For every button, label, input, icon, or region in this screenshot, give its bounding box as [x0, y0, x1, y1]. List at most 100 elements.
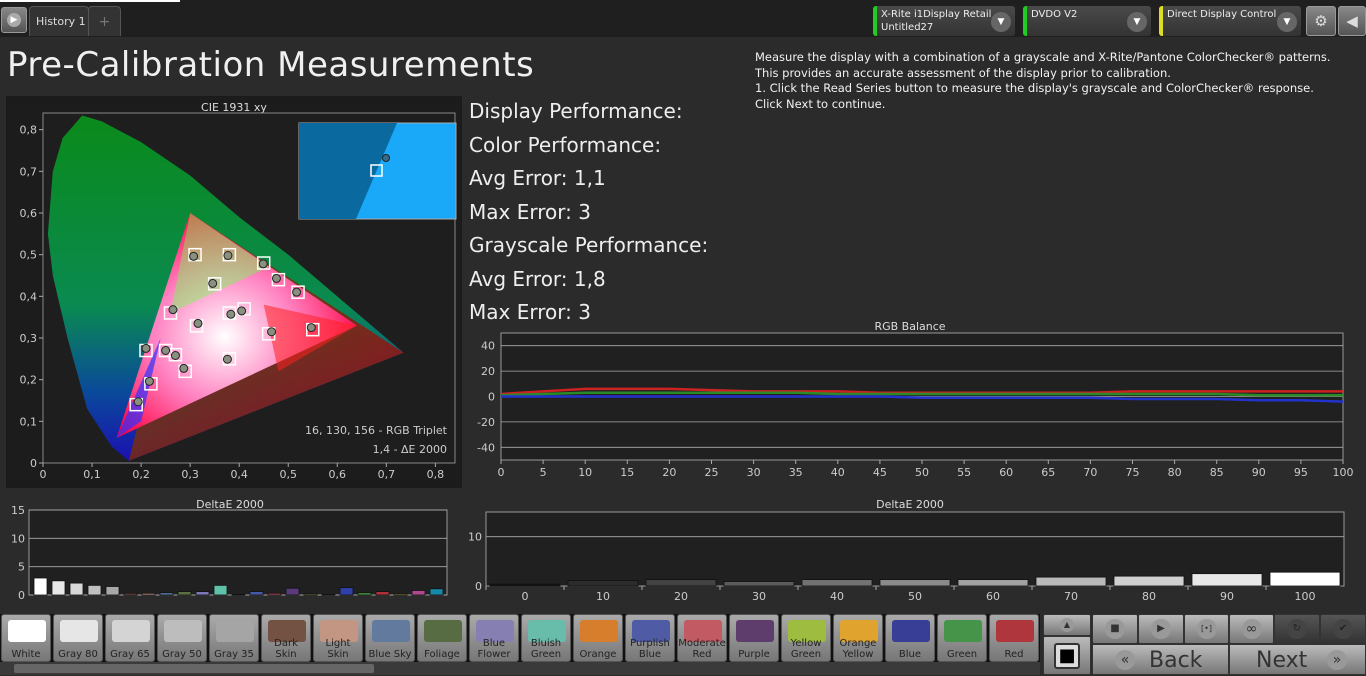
patch-button[interactable]: Light Skin — [313, 614, 363, 662]
patch-color-chip — [372, 620, 410, 642]
scrollbar-thumb[interactable] — [14, 664, 374, 673]
patch-button[interactable]: Purple — [729, 614, 779, 662]
double-chevron-left-icon: « — [1115, 650, 1135, 670]
infinity-icon: ∞ — [1241, 619, 1262, 639]
patch-button[interactable]: Blue Sky — [365, 614, 415, 662]
back-button[interactable]: « Back — [1092, 644, 1229, 675]
deltae-bar — [489, 583, 561, 587]
measured-point — [226, 309, 236, 319]
patch-label: Yellow Green — [790, 638, 822, 660]
patch-label: Moderate Red — [678, 638, 726, 660]
measured-point — [193, 318, 203, 328]
patch-label: Orange Yellow — [839, 638, 877, 660]
y-tick-label: -20 — [477, 416, 495, 429]
measured-point — [292, 287, 302, 297]
x-tick-label: 0,6 — [329, 468, 347, 481]
measured-point — [168, 305, 178, 315]
chevron-down-icon[interactable]: ▼ — [1277, 12, 1297, 32]
y-tick-label: 10 — [468, 531, 482, 544]
x-tick-label: 0,7 — [378, 468, 396, 481]
tab-history-1[interactable]: History 1 — [29, 6, 89, 36]
stop-button[interactable]: ■ — [1092, 614, 1138, 644]
patch-button[interactable]: Bluish Green — [521, 614, 571, 662]
patch-button[interactable]: Moderate Red — [677, 614, 727, 662]
patch-scrollbar[interactable] — [0, 662, 1040, 675]
patch-button[interactable]: Yellow Green — [781, 614, 831, 662]
instruction-line: This provides an accurate assessment of … — [755, 65, 1171, 80]
next-button[interactable]: Next » — [1229, 644, 1366, 675]
chevron-down-icon[interactable]: ▼ — [991, 12, 1011, 32]
patch-button[interactable]: Purplish Blue — [625, 614, 675, 662]
meter-selector[interactable]: X-Rite i1Display Retail Untitled27 ▼ — [873, 6, 1015, 36]
deltae-bar — [321, 594, 336, 596]
patch-label: Dark Skin — [274, 638, 298, 660]
chevron-down-icon[interactable]: ▼ — [1127, 12, 1147, 32]
x-tick-label: 95 — [1294, 466, 1308, 479]
x-tick-label: 80 — [1168, 466, 1182, 479]
patch-label: Green — [946, 649, 978, 660]
measured-point — [208, 278, 218, 288]
pattern-generator-selector[interactable]: DVDO V2 ▼ — [1023, 6, 1151, 36]
x-tick-label: 25 — [705, 466, 719, 479]
patch-button[interactable]: Green — [937, 614, 987, 662]
patch-label: Blue — [898, 649, 922, 660]
patch-label: Blue Sky — [368, 649, 412, 660]
deltae-bar — [303, 593, 318, 596]
stop-icon: ■ — [1105, 619, 1125, 639]
measured-point — [223, 251, 233, 260]
play-button[interactable]: ▶ — [1138, 614, 1184, 644]
deltae-bar — [357, 592, 372, 596]
patch-color-chip — [60, 620, 98, 642]
patch-color-chip — [112, 620, 150, 642]
scroll-up-button[interactable]: ▲ — [1043, 614, 1091, 636]
color-avg-error: Avg Error: 1,1 — [469, 166, 606, 190]
color-performance-label: Color Performance: — [469, 132, 662, 157]
display-control-selector[interactable]: Direct Display Control ▼ — [1159, 6, 1301, 36]
deltae-bar — [393, 593, 408, 596]
accept-button[interactable]: ✔ — [1320, 614, 1366, 644]
stop-all-button[interactable]: ■ — [1043, 636, 1091, 675]
patch-label: Gray 65 — [110, 649, 150, 660]
patch-button[interactable]: Gray 80 — [53, 614, 103, 662]
patch-button[interactable]: Blue — [885, 614, 935, 662]
x-tick-label: 20 — [662, 466, 676, 479]
patch-button[interactable]: Dark Skin — [261, 614, 311, 662]
continuous-read-button[interactable]: ∞ — [1229, 614, 1274, 644]
refresh-button[interactable]: ↻ — [1274, 614, 1320, 644]
grayscale-avg-error: Avg Error: 1,8 — [469, 266, 606, 291]
read-series-button[interactable]: [•] — [1184, 614, 1229, 644]
instruction-line: 1. Click the Read Series button to measu… — [755, 81, 1314, 95]
inset-measured-point — [382, 154, 390, 162]
deltae-bar — [285, 587, 300, 596]
deltae-bar — [957, 579, 1029, 587]
deltae-bar — [1035, 576, 1107, 587]
rgb-triplet-annotation: 16, 130, 156 - RGB Triplet — [305, 424, 448, 437]
deltae-bar — [1113, 575, 1185, 587]
rgb-balance-chart: 40200-20-400 5 10 15 20 25 30 35 40 45 50 55 60 65 70 7… — [477, 332, 1354, 479]
settings-button[interactable]: ⚙ — [1306, 6, 1336, 36]
patch-color-chip — [8, 620, 46, 642]
patch-button[interactable]: Gray 35 — [209, 614, 259, 662]
patch-button[interactable]: Blue Flower — [469, 614, 519, 662]
y-tick-label: 0,2 — [20, 374, 38, 387]
add-tab-button[interactable]: + — [88, 6, 121, 36]
grayscale-performance-label: Grayscale Performance: — [469, 233, 709, 257]
patch-button[interactable]: Red — [989, 614, 1039, 662]
patch-button[interactable]: White — [1, 614, 51, 662]
y-tick-label: 0,4 — [20, 290, 38, 303]
patch-button[interactable]: Orange Yellow — [833, 614, 883, 662]
patch-button[interactable]: Orange — [573, 614, 623, 662]
patch-button[interactable]: Gray 50 — [157, 614, 207, 662]
collapse-button[interactable]: ◀ — [1338, 6, 1366, 36]
x-tick-label: 40 — [830, 590, 844, 603]
chevron-left-icon: ◀ — [1346, 12, 1358, 30]
deltae-bar — [123, 592, 138, 596]
deltae-bar — [411, 590, 426, 596]
x-tick-label: 40 — [831, 466, 845, 479]
patch-label: Light Skin — [325, 638, 351, 660]
patch-button[interactable]: Gray 65 — [105, 614, 155, 662]
expand-button[interactable]: ▶ — [1, 7, 27, 33]
deltae-bar — [339, 587, 354, 596]
patch-button[interactable]: Foliage — [417, 614, 467, 662]
measured-point — [237, 306, 247, 316]
